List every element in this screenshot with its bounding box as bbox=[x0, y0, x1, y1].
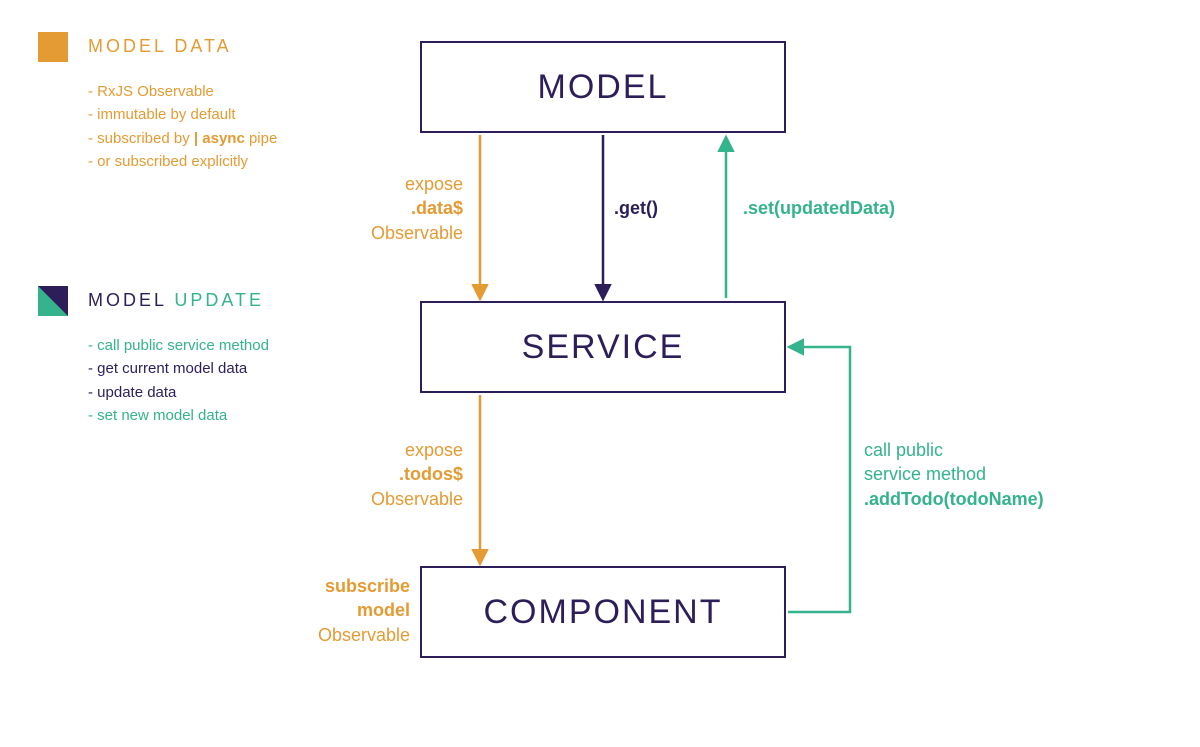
service-box: SERVICE bbox=[420, 301, 786, 393]
legend-update-item: - call public service method bbox=[88, 334, 269, 357]
legend-update-item: - update data bbox=[88, 381, 269, 404]
annot-subscribe: subscribe model Observable bbox=[300, 574, 410, 647]
component-box: COMPONENT bbox=[420, 566, 786, 658]
arrow-call-service bbox=[788, 347, 850, 612]
model-box: MODEL bbox=[420, 41, 786, 133]
legend-update-item: - get current model data bbox=[88, 357, 269, 380]
annot-expose-data: expose .data$ Observable bbox=[353, 172, 463, 245]
legend-data-item: - subscribed by | async pipe bbox=[88, 127, 277, 150]
legend-data-item: - or subscribed explicitly bbox=[88, 150, 277, 173]
annot-get: .get() bbox=[614, 196, 658, 220]
legend-data-item: - RxJS Observable bbox=[88, 80, 277, 103]
legend-data-swatch bbox=[38, 32, 68, 62]
legend-data-title: MODEL DATA bbox=[88, 36, 232, 57]
legend-data-list: - RxJS Observable - immutable by default… bbox=[88, 80, 277, 173]
annot-call-service: call public service method .addTodo(todo… bbox=[864, 438, 1044, 511]
annot-set: .set(updatedData) bbox=[743, 196, 895, 220]
legend-update-swatch bbox=[38, 286, 68, 316]
legend-update-item: - set new model data bbox=[88, 404, 269, 427]
annot-expose-todos: expose .todos$ Observable bbox=[353, 438, 463, 511]
legend-update-list: - call public service method - get curre… bbox=[88, 334, 269, 427]
legend-data-item: - immutable by default bbox=[88, 103, 277, 126]
legend-update-title: MODEL UPDATE bbox=[88, 290, 264, 311]
